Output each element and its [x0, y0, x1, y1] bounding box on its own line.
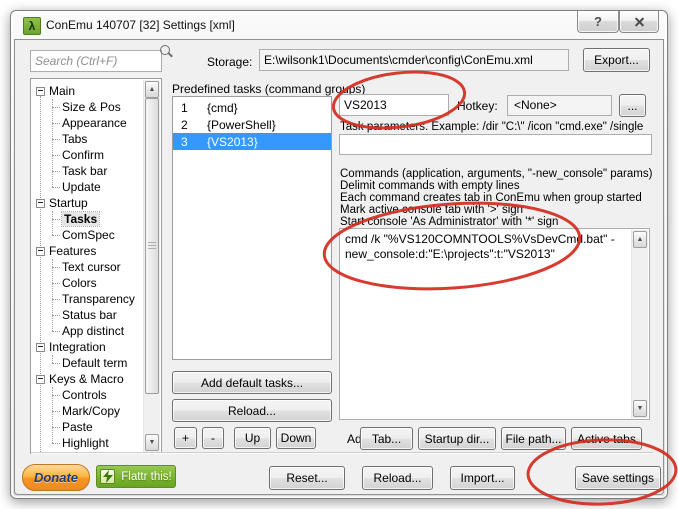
close-button[interactable] [619, 11, 659, 33]
tree-item-controls[interactable]: Controls [31, 387, 144, 403]
tree-items: Main Size & Pos Appearance Tabs Confirm … [31, 79, 144, 453]
add-active-tabs-button[interactable]: Active tabs [571, 427, 642, 450]
reset-button[interactable]: Reset... [269, 466, 345, 490]
import-button[interactable]: Import... [450, 466, 515, 490]
settings-tree: Main Size & Pos Appearance Tabs Confirm … [30, 78, 162, 454]
tree-item-task-bar[interactable]: Task bar [31, 163, 144, 179]
tree-item-transparency[interactable]: Transparency [31, 291, 144, 307]
reload-tasks-button[interactable]: Reload... [172, 399, 332, 422]
search-icon [160, 45, 170, 55]
commands-text: cmd /k "%VS120COMNTOOLS%VsDevCmd.bat" -n… [345, 232, 615, 261]
tree-item-text-cursor[interactable]: Text cursor [31, 259, 144, 275]
flattr-button[interactable]: Flattr this! [96, 465, 176, 488]
flattr-icon [100, 469, 115, 484]
tree-item-paste[interactable]: Paste [31, 419, 144, 435]
save-settings-button[interactable]: Save settings [575, 466, 661, 490]
help-button[interactable]: ? [577, 11, 619, 33]
tree-item-integration[interactable]: Integration [31, 339, 144, 355]
collapse-icon[interactable] [36, 198, 45, 208]
tree-item-update[interactable]: Update [31, 179, 144, 195]
hotkey-browse-button[interactable]: ... [619, 94, 646, 117]
tree-scrollbar-thumb[interactable] [145, 98, 159, 394]
hotkey-label: Hotkey: [457, 99, 498, 113]
client-area: Storage: Export... Main Size & Pos Appea… [14, 39, 664, 495]
storage-label: Storage: [207, 55, 253, 69]
tree-item-comspec[interactable]: ComSpec [31, 227, 144, 243]
tree-item-tasks-selected[interactable]: Tasks [31, 211, 144, 227]
tree-item-colors[interactable]: Colors [31, 275, 144, 291]
commands-hint-line2: Delimit commands with empty lines [340, 180, 520, 192]
scroll-down-icon[interactable]: ▼ [145, 434, 159, 451]
move-down-button[interactable]: Down [276, 427, 316, 449]
tree-item-tabs[interactable]: Tabs [31, 131, 144, 147]
window-title: ConEmu 140707 [32] Settings [xml] [46, 18, 235, 32]
footer-separator [31, 452, 653, 454]
conemu-logo-icon: λ [23, 17, 41, 35]
donate-button[interactable]: Donate [22, 464, 90, 491]
task-row-powershell[interactable]: 2 {PowerShell} [173, 116, 331, 133]
task-params-hint: Task parameters. Example: /dir "C:\" /ic… [340, 121, 644, 133]
commands-editor[interactable]: cmd /k "%VS120COMNTOOLS%VsDevCmd.bat" -n… [339, 228, 650, 420]
collapse-icon[interactable] [36, 342, 45, 352]
task-params-field[interactable] [339, 134, 652, 155]
task-row-cmd[interactable]: 1 {cmd} [173, 99, 331, 116]
add-file-path-button[interactable]: File path... [501, 427, 566, 450]
scroll-down-icon[interactable]: ▼ [633, 400, 647, 417]
tree-item-keys-macro[interactable]: Keys & Macro [31, 371, 144, 387]
tree-item-app-distinct[interactable]: App distinct [31, 323, 144, 339]
settings-window: λ ConEmu 140707 [32] Settings [xml] ? St… [10, 10, 668, 499]
screenshot-stage: λ ConEmu 140707 [32] Settings [xml] ? St… [0, 0, 678, 509]
tree-item-startup[interactable]: Startup [31, 195, 144, 211]
collapse-icon[interactable] [36, 246, 45, 256]
export-button[interactable]: Export... [583, 48, 650, 72]
collapse-icon[interactable] [36, 374, 45, 384]
predefined-tasks-header: Predefined tasks (command groups) [172, 82, 366, 96]
add-startup-dir-button[interactable]: Startup dir... [418, 427, 496, 450]
commands-hint-line4: Mark active console tab with '>' sign [340, 204, 524, 216]
tree-scrollbar[interactable]: ▲ ▼ [143, 80, 160, 452]
add-tab-button[interactable]: Tab... [360, 427, 413, 450]
scroll-up-icon[interactable]: ▲ [633, 231, 647, 248]
title-bar[interactable]: λ ConEmu 140707 [32] Settings [xml] [11, 11, 667, 39]
help-icon: ? [594, 14, 602, 29]
tree-item-size-pos[interactable]: Size & Pos [31, 99, 144, 115]
tree-item-main[interactable]: Main [31, 83, 144, 99]
commands-hint-line5: Start console 'As Administrator' with '*… [340, 216, 559, 228]
commands-hint-line1: Commands (application, arguments, "-new_… [340, 168, 653, 180]
tree-item-features[interactable]: Features [31, 243, 144, 259]
close-icon [634, 16, 645, 27]
add-default-tasks-button[interactable]: Add default tasks... [172, 371, 332, 394]
remove-task-button[interactable]: - [202, 427, 224, 449]
reload-settings-button[interactable]: Reload... [362, 466, 433, 490]
tree-item-highlight[interactable]: Highlight [31, 435, 144, 451]
tree-item-status-bar[interactable]: Status bar [31, 307, 144, 323]
search-input[interactable] [30, 50, 162, 72]
tree-item-confirm[interactable]: Confirm [31, 147, 144, 163]
storage-path-field[interactable] [259, 49, 569, 71]
tree-item-appearance[interactable]: Appearance [31, 115, 144, 131]
thumb-grip-icon [148, 242, 156, 250]
task-row-vs2013-selected[interactable]: 3 {VS2013} [173, 133, 331, 150]
tree-item-mark-copy[interactable]: Mark/Copy [31, 403, 144, 419]
commands-scrollbar[interactable]: ▲ ▼ [631, 230, 648, 418]
move-up-button[interactable]: Up [234, 427, 271, 449]
scroll-up-icon[interactable]: ▲ [145, 81, 159, 98]
hotkey-field[interactable]: <None> [507, 95, 612, 116]
tree-item-default-term[interactable]: Default term [31, 355, 144, 371]
collapse-icon[interactable] [36, 86, 45, 96]
add-task-button[interactable]: + [174, 427, 197, 449]
task-list: 1 {cmd} 2 {PowerShell} 3 {VS2013} [172, 96, 332, 360]
commands-hint-line3: Each command creates tab in ConEmu when … [340, 192, 642, 204]
task-name-field[interactable] [339, 94, 449, 116]
